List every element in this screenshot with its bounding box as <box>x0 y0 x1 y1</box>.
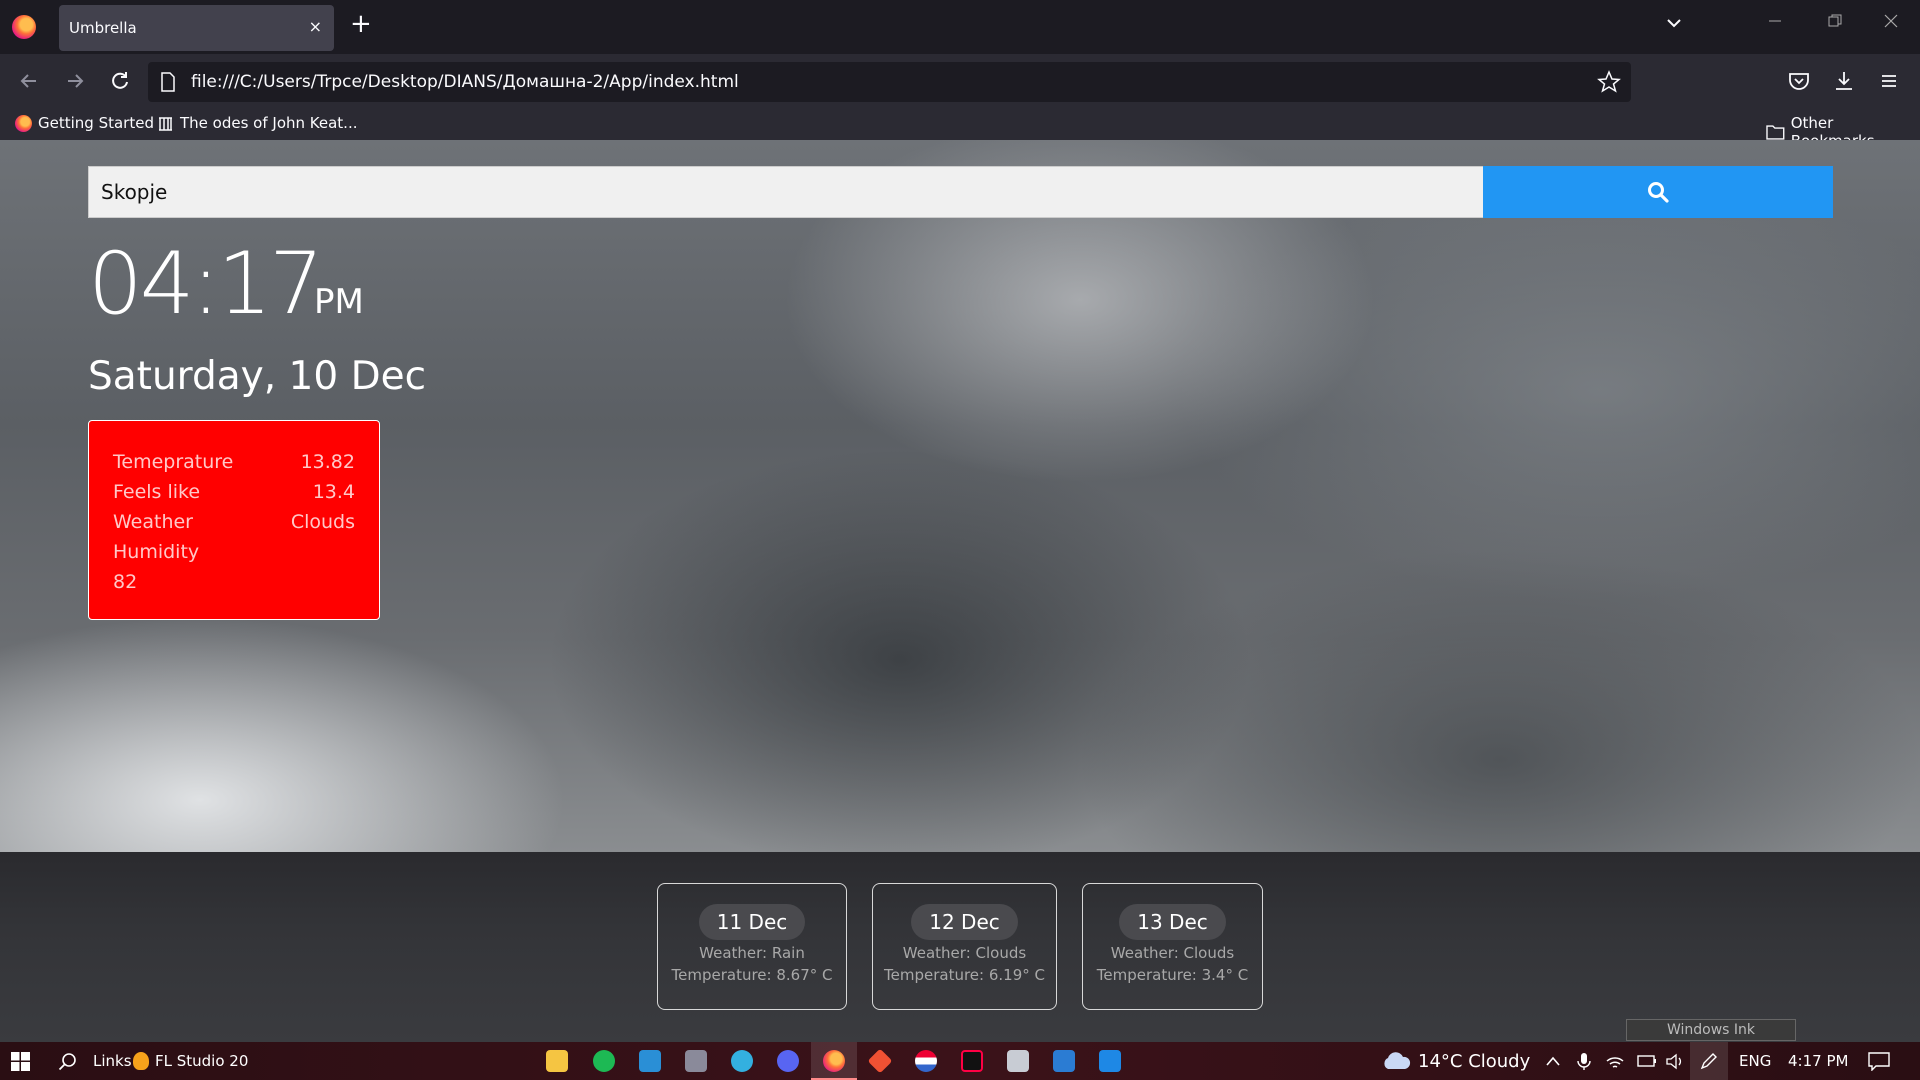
bookmarks-toolbar: Getting Started The odes of John Keat...… <box>0 108 1920 150</box>
forecast-temperature: Temperature: 3.4° C <box>1096 966 1249 984</box>
forecast-weather: Weather: Clouds <box>1110 944 1235 962</box>
firefox-taskbar-icon[interactable] <box>823 1050 845 1072</box>
bookmark-star-icon[interactable] <box>1597 70 1621 94</box>
feels-like-label: Feels like <box>113 481 201 503</box>
input-language[interactable]: ENG <box>1739 1042 1771 1080</box>
windows-ink-tooltip: Windows Ink Workspace <box>1626 1019 1796 1058</box>
back-arrow-icon[interactable] <box>16 68 42 94</box>
list-all-tabs-icon[interactable] <box>1663 12 1685 34</box>
url-text[interactable]: file:///C:/Users/Trpce/Desktop/DIANS/Дом… <box>191 72 739 92</box>
bookmark-getting-started[interactable]: Getting Started <box>15 114 154 132</box>
edge-icon[interactable] <box>731 1050 753 1072</box>
volume-icon[interactable] <box>1666 1053 1686 1070</box>
intellij-icon[interactable] <box>961 1050 983 1072</box>
temperature-label: Temeprature <box>113 451 234 473</box>
photos-icon[interactable] <box>1099 1050 1121 1072</box>
notifications-icon[interactable] <box>1868 1052 1890 1071</box>
clock-ampm: PM <box>314 282 364 322</box>
forecast-weather: Weather: Clouds <box>902 944 1027 962</box>
firefox-logo-icon[interactable] <box>12 15 36 39</box>
file-explorer-icon[interactable] <box>546 1050 568 1072</box>
close-window-icon[interactable] <box>1884 14 1898 28</box>
notepad-icon[interactable] <box>1007 1050 1029 1072</box>
wifi-icon[interactable] <box>1605 1053 1625 1070</box>
forecast-day: 12 Dec <box>911 904 1018 940</box>
weather-value: Clouds <box>290 511 355 533</box>
git-icon[interactable] <box>867 1048 893 1074</box>
fl-studio-label: FL Studio 20 <box>155 1052 249 1070</box>
clock-time: 04:17 <box>88 234 324 334</box>
bookmark-label: Getting Started <box>38 114 154 132</box>
weather-row: Weather Clouds <box>113 507 355 537</box>
humidity-row: Humidity <box>113 537 355 567</box>
search-icon <box>1648 182 1669 203</box>
forecast-temperature: Temperature: 6.19° C <box>884 966 1045 984</box>
search-button[interactable] <box>1483 166 1833 218</box>
city-search-input[interactable] <box>88 166 1484 218</box>
tab-umbrella[interactable]: Umbrella × <box>59 5 334 51</box>
taskbar-weather[interactable]: 14°C Cloudy <box>1380 1042 1530 1080</box>
forecast-card: 13 Dec Weather: Clouds Temperature: 3.4°… <box>1082 883 1263 1010</box>
folder-icon <box>1766 125 1785 140</box>
weather-label: Weather <box>113 511 193 533</box>
taskbar-weather-text: 14°C Cloudy <box>1418 1050 1531 1072</box>
forecast-strip: 11 Dec Weather: Rain Temperature: 8.67° … <box>0 852 1920 1042</box>
windows-start-icon[interactable] <box>11 1052 30 1071</box>
current-weather-card: Temeprature 13.82 Feels like 13.4 Weathe… <box>88 420 380 620</box>
menu-hamburger-icon[interactable] <box>1876 68 1902 94</box>
forecast-temperature: Temperature: 8.67° C <box>671 966 833 984</box>
browser-tabbar: Umbrella × + <box>0 0 1920 54</box>
restore-icon[interactable] <box>1828 14 1842 28</box>
humidity-label: Humidity <box>113 541 200 563</box>
calculator-icon[interactable] <box>685 1050 707 1072</box>
windows-taskbar: Links FL Studio 20 14°C Cloudy ENG 4:17 … <box>0 1042 1920 1080</box>
tab-title: Umbrella <box>69 19 137 37</box>
minimize-icon[interactable] <box>1768 14 1782 28</box>
fl-studio-icon <box>133 1052 149 1070</box>
taskbar-links-toolbar[interactable]: Links <box>93 1042 132 1080</box>
tab-close-icon[interactable]: × <box>309 17 322 36</box>
current-date: Saturday, 10 Dec <box>88 354 427 399</box>
page-document-icon[interactable] <box>160 72 176 92</box>
spotify-icon[interactable] <box>593 1050 615 1072</box>
discord-icon[interactable] <box>777 1050 799 1072</box>
browser-navbar: file:///C:/Users/Trpce/Desktop/DIANS/Дом… <box>0 54 1920 108</box>
taskbar-search-icon[interactable] <box>58 1052 77 1071</box>
show-hidden-icons-chevron-icon[interactable] <box>1546 1055 1560 1067</box>
mail-icon[interactable] <box>639 1050 661 1072</box>
humidity-value-row: 82 <box>113 567 355 597</box>
windows-ink-button[interactable] <box>1690 1042 1728 1080</box>
temperature-row: Temeprature 13.82 <box>113 447 355 477</box>
pen-icon <box>1700 1053 1717 1070</box>
microphone-icon[interactable] <box>1577 1052 1591 1071</box>
feels-like-row: Feels like 13.4 <box>113 477 355 507</box>
bookmark-label: The odes of John Keat... <box>180 114 358 132</box>
forward-arrow-icon[interactable] <box>62 68 88 94</box>
word-icon[interactable] <box>1053 1050 1075 1072</box>
forecast-day: 13 Dec <box>1119 904 1226 940</box>
forecast-card: 11 Dec Weather: Rain Temperature: 8.67° … <box>657 883 847 1010</box>
forecast-weather: Weather: Rain <box>699 944 805 962</box>
bookmark-odes-john-keats[interactable]: The odes of John Keat... <box>157 114 357 132</box>
firefox-icon <box>15 114 32 132</box>
forecast-card: 12 Dec Weather: Clouds Temperature: 6.19… <box>872 883 1057 1010</box>
reload-icon[interactable] <box>107 68 133 94</box>
taskbar-fl-studio[interactable]: FL Studio 20 <box>133 1042 248 1080</box>
vpn-icon[interactable] <box>915 1050 937 1072</box>
humidity-value: 82 <box>113 571 138 593</box>
feels-like-value: 13.4 <box>312 481 355 503</box>
forecast-day: 11 Dec <box>698 904 806 940</box>
weather-page: 04:17 PM Saturday, 10 Dec Temeprature 13… <box>0 140 1920 852</box>
new-tab-button[interactable]: + <box>350 11 372 37</box>
cloud-icon <box>1384 1052 1411 1069</box>
temperature-value: 13.82 <box>300 451 355 473</box>
downloads-icon[interactable] <box>1831 68 1857 94</box>
library-icon <box>159 116 172 131</box>
battery-icon[interactable] <box>1637 1054 1657 1068</box>
pocket-icon[interactable] <box>1786 68 1812 94</box>
url-bar[interactable]: file:///C:/Users/Trpce/Desktop/DIANS/Дом… <box>148 62 1631 102</box>
taskbar-clock[interactable]: 4:17 PM <box>1788 1042 1848 1080</box>
